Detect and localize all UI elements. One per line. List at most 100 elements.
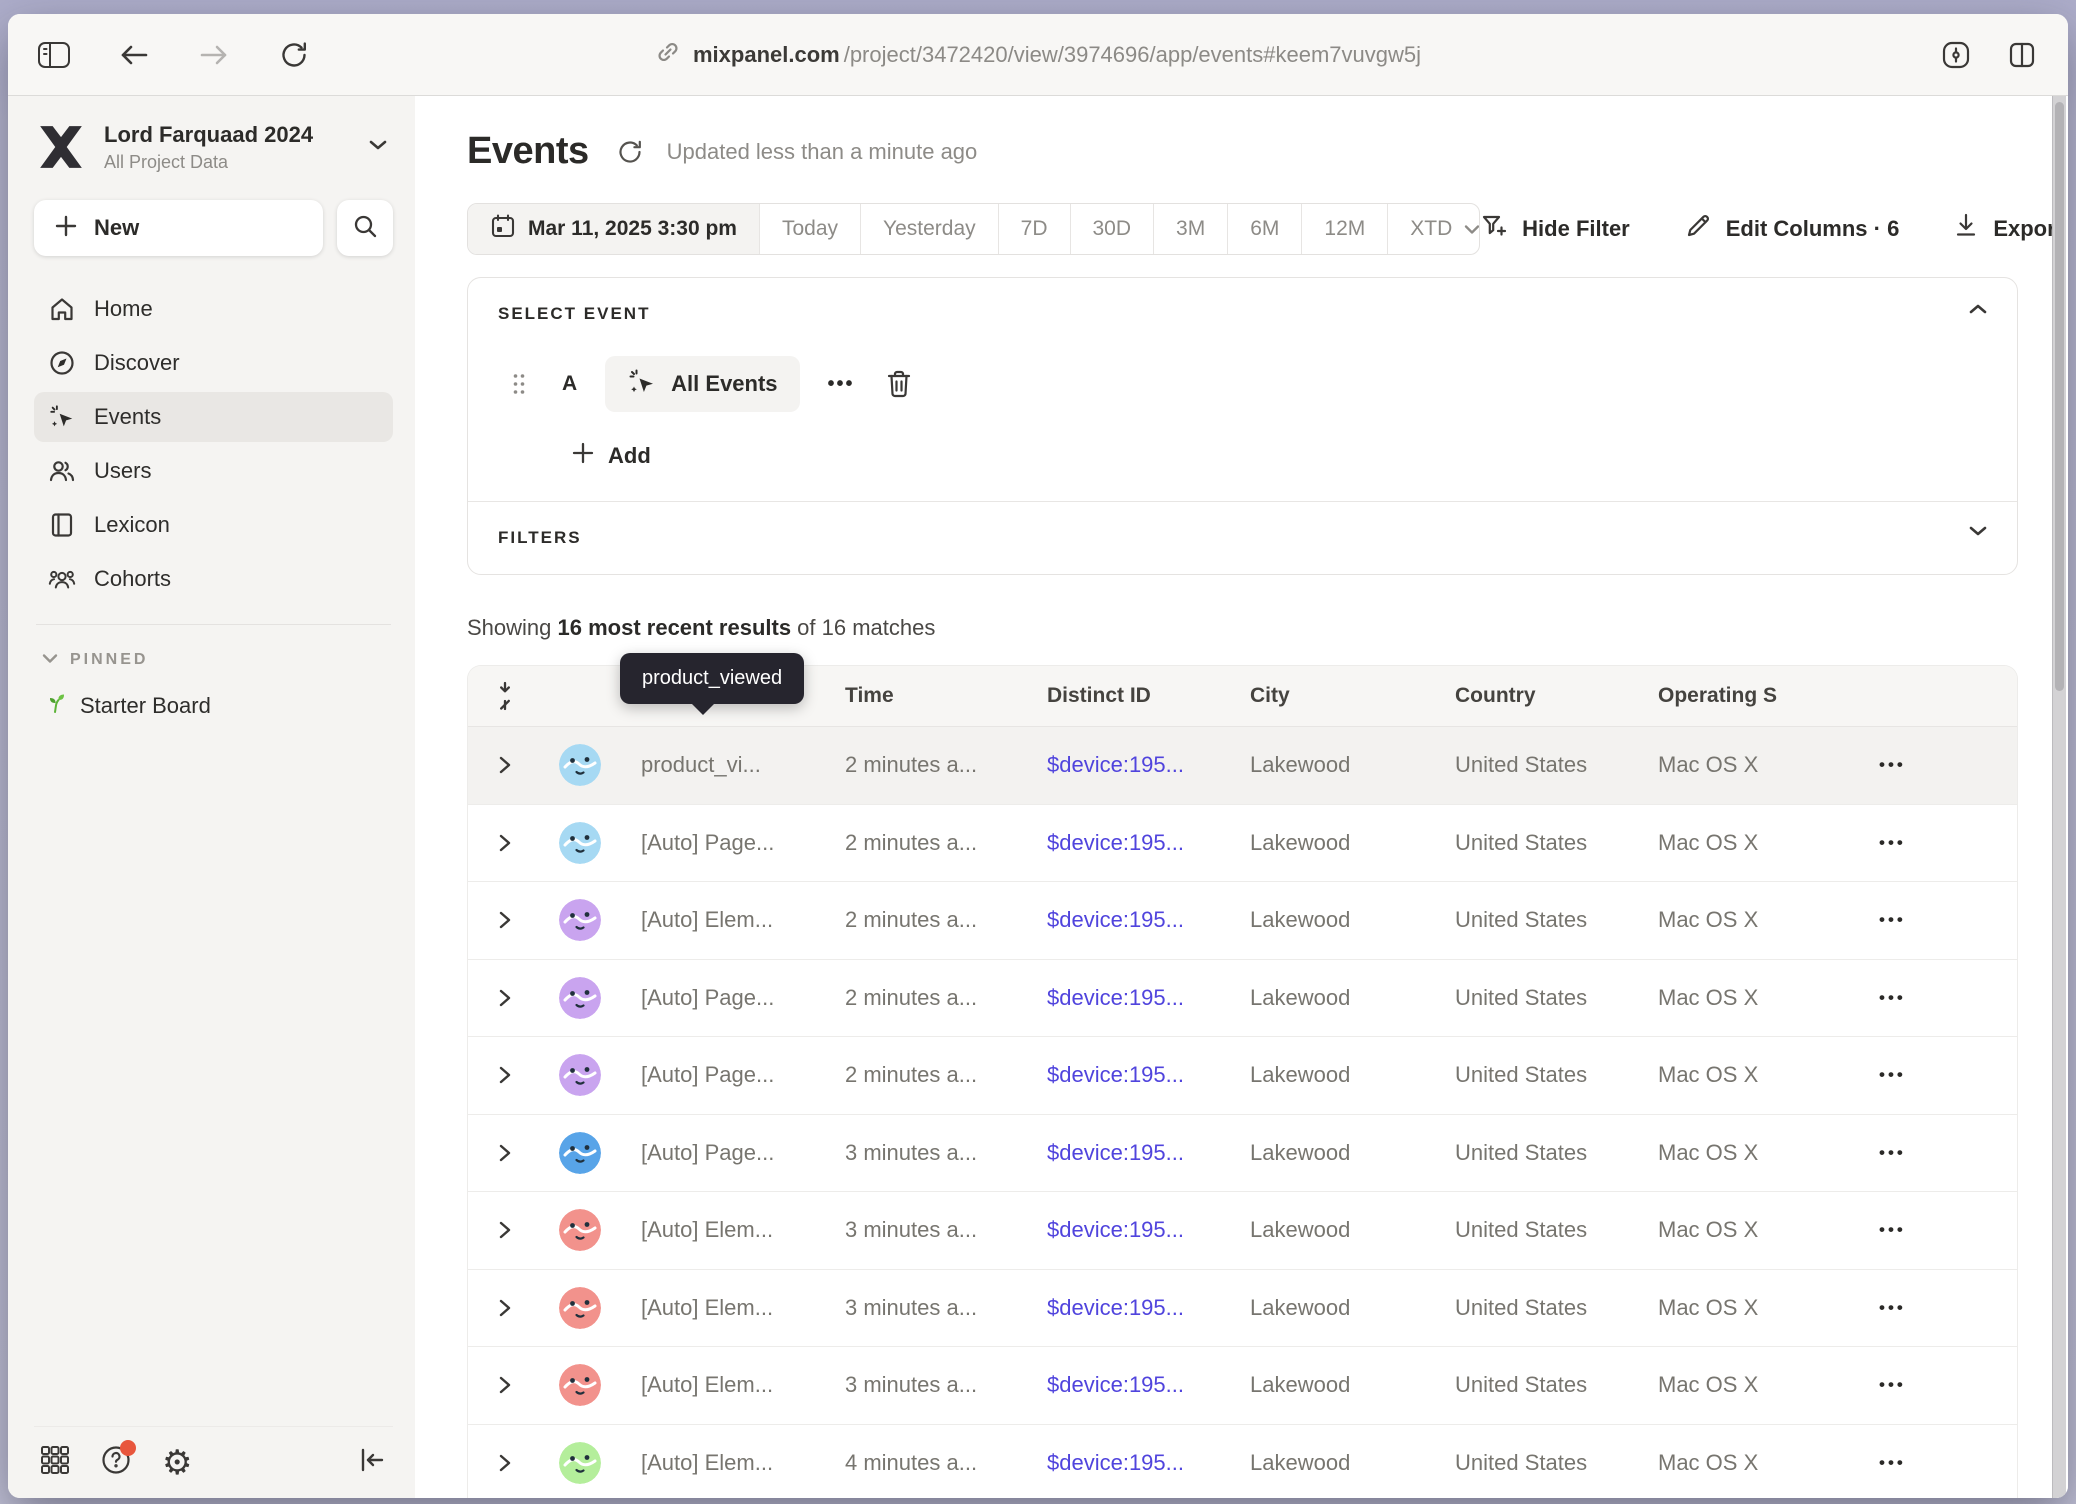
row-expand-chevron-icon[interactable]	[496, 987, 514, 1009]
page-title: Events	[467, 130, 589, 173]
row-more-menu[interactable]: •••	[1879, 988, 1906, 1007]
range-segment-12m[interactable]: 12M	[1301, 204, 1387, 254]
reload-icon[interactable]	[274, 35, 314, 75]
table-row[interactable]: [Auto] Page... 2 minutes a... $device:19…	[468, 960, 2017, 1038]
drag-handle-icon[interactable]	[510, 372, 528, 396]
edit-columns-button[interactable]: Edit Columns · 6	[1684, 212, 1900, 246]
table-row[interactable]: [Auto] Elem... 3 minutes a... $device:19…	[468, 1192, 2017, 1270]
column-header-os[interactable]: Operating S	[1658, 684, 1831, 708]
export-button[interactable]: Export	[1953, 212, 2063, 246]
row-more-menu[interactable]: •••	[1879, 910, 1906, 929]
row-expand-chevron-icon[interactable]	[496, 1374, 514, 1396]
main-content: Events Updated less than a minute ago Ma…	[415, 96, 2068, 1498]
search-button[interactable]	[337, 200, 393, 256]
column-header-city[interactable]: City	[1250, 684, 1455, 708]
add-event-button[interactable]: Add	[572, 442, 1987, 469]
date-picker-button[interactable]: Mar 11, 2025 3:30 pm	[468, 204, 759, 254]
range-segment-today[interactable]: Today	[759, 204, 860, 254]
cell-distinct-id-link[interactable]: $device:195...	[1047, 1062, 1250, 1088]
row-more-menu[interactable]: •••	[1879, 1453, 1906, 1472]
cell-distinct-id-link[interactable]: $device:195...	[1047, 1450, 1250, 1476]
cell-distinct-id-link[interactable]: $device:195...	[1047, 1217, 1250, 1243]
row-more-menu[interactable]: •••	[1879, 1220, 1906, 1239]
back-icon[interactable]	[114, 35, 154, 75]
pinned-section-toggle[interactable]: PINNED	[34, 651, 393, 669]
range-segment-6m[interactable]: 6M	[1227, 204, 1301, 254]
sidebar-toggle-icon[interactable]	[34, 35, 74, 75]
new-button-label: New	[94, 215, 139, 241]
cell-distinct-id-link[interactable]: $device:195...	[1047, 1295, 1250, 1321]
column-header-distinct-id[interactable]: Distinct ID	[1047, 684, 1250, 708]
table-row[interactable]: [Auto] Page... 2 minutes a... $device:19…	[468, 805, 2017, 883]
row-more-menu[interactable]: •••	[1879, 755, 1906, 774]
range-segment-3m[interactable]: 3M	[1153, 204, 1227, 254]
url-host: mixpanel.com	[693, 42, 840, 68]
chevron-down-icon[interactable]	[1967, 524, 1989, 543]
row-expand-chevron-icon[interactable]	[496, 832, 514, 854]
page-settings-icon[interactable]	[1936, 35, 1976, 75]
cell-distinct-id-link[interactable]: $device:195...	[1047, 1372, 1250, 1398]
refresh-icon[interactable]	[613, 135, 647, 169]
url-bar[interactable]: mixpanel.com/project/3472420/view/397469…	[655, 39, 1421, 71]
help-button[interactable]	[100, 1444, 132, 1481]
cell-distinct-id-link[interactable]: $device:195...	[1047, 985, 1250, 1011]
chevron-up-icon[interactable]	[1967, 302, 1989, 321]
row-more-menu[interactable]: •••	[1879, 833, 1906, 852]
vertical-scrollbar[interactable]	[2052, 96, 2066, 1498]
table-row[interactable]: [Auto] Elem... 2 minutes a... $device:19…	[468, 882, 2017, 960]
event-more-menu[interactable]: •••	[828, 373, 855, 396]
row-expand-chevron-icon[interactable]	[496, 1452, 514, 1474]
cell-time: 3 minutes a...	[845, 1217, 1047, 1243]
cell-country: United States	[1455, 1140, 1658, 1166]
row-expand-chevron-icon[interactable]	[496, 1142, 514, 1164]
range-segment-yesterday[interactable]: Yesterday	[860, 204, 998, 254]
row-expand-chevron-icon[interactable]	[496, 1297, 514, 1319]
sidebar-item-users[interactable]: Users	[34, 446, 393, 496]
cell-distinct-id-link[interactable]: $device:195...	[1047, 1140, 1250, 1166]
apps-grid-icon[interactable]	[40, 1445, 70, 1480]
row-more-menu[interactable]: •••	[1879, 1143, 1906, 1162]
filters-section[interactable]: FILTERS	[468, 501, 2017, 574]
row-expand-chevron-icon[interactable]	[496, 754, 514, 776]
cell-city: Lakewood	[1250, 907, 1455, 933]
range-segment-30d[interactable]: 30D	[1070, 204, 1154, 254]
sidebar-item-home[interactable]: Home	[34, 284, 393, 334]
cell-distinct-id-link[interactable]: $device:195...	[1047, 752, 1250, 778]
table-row[interactable]: [Auto] Elem... 3 minutes a... $device:19…	[468, 1270, 2017, 1348]
cell-distinct-id-link[interactable]: $device:195...	[1047, 907, 1250, 933]
sidebar-item-lexicon[interactable]: Lexicon	[34, 500, 393, 550]
table-row[interactable]: [Auto] Page... 3 minutes a... $device:19…	[468, 1115, 2017, 1193]
sidebar-item-events[interactable]: Events	[34, 392, 393, 442]
column-header-time[interactable]: Time	[845, 684, 1047, 708]
select-event-section: SELECT EVENT A	[468, 278, 2017, 501]
hide-filter-button[interactable]: Hide Filter	[1480, 212, 1630, 246]
gear-icon[interactable]: ⚙	[162, 1446, 192, 1480]
cell-distinct-id-link[interactable]: $device:195...	[1047, 830, 1250, 856]
forward-icon[interactable]	[194, 35, 234, 75]
column-header-country[interactable]: Country	[1455, 684, 1658, 708]
sidebar-item-cohorts[interactable]: Cohorts	[34, 554, 393, 604]
collapse-sidebar-icon[interactable]	[357, 1446, 387, 1479]
row-expand-chevron-icon[interactable]	[496, 909, 514, 931]
cohorts-icon	[48, 565, 76, 593]
scrollbar-thumb[interactable]	[2055, 102, 2064, 691]
range-segment-xtd[interactable]: XTD	[1387, 204, 1480, 254]
project-switcher[interactable]: Lord Farquaad 2024 All Project Data	[34, 120, 393, 174]
row-more-menu[interactable]: •••	[1879, 1375, 1906, 1394]
table-row[interactable]: product_vi... 2 minutes a... $device:195…	[468, 727, 2017, 805]
new-button[interactable]: New	[34, 200, 323, 256]
trash-icon[interactable]	[885, 369, 913, 399]
row-more-menu[interactable]: •••	[1879, 1298, 1906, 1317]
table-row[interactable]: [Auto] Page... 2 minutes a... $device:19…	[468, 1037, 2017, 1115]
row-more-menu[interactable]: •••	[1879, 1065, 1906, 1084]
row-expand-chevron-icon[interactable]	[496, 1064, 514, 1086]
event-selector-chip[interactable]: All Events	[605, 356, 799, 412]
sidebar-item-starter-board[interactable]: Starter Board	[34, 691, 393, 721]
collapse-all-icon[interactable]	[468, 681, 541, 711]
table-row[interactable]: [Auto] Elem... 4 minutes a... $device:19…	[468, 1425, 2017, 1499]
row-expand-chevron-icon[interactable]	[496, 1219, 514, 1241]
range-segment-7d[interactable]: 7D	[998, 204, 1070, 254]
table-row[interactable]: [Auto] Elem... 3 minutes a... $device:19…	[468, 1347, 2017, 1425]
sidebar-item-discover[interactable]: Discover	[34, 338, 393, 388]
split-view-icon[interactable]	[2002, 35, 2042, 75]
